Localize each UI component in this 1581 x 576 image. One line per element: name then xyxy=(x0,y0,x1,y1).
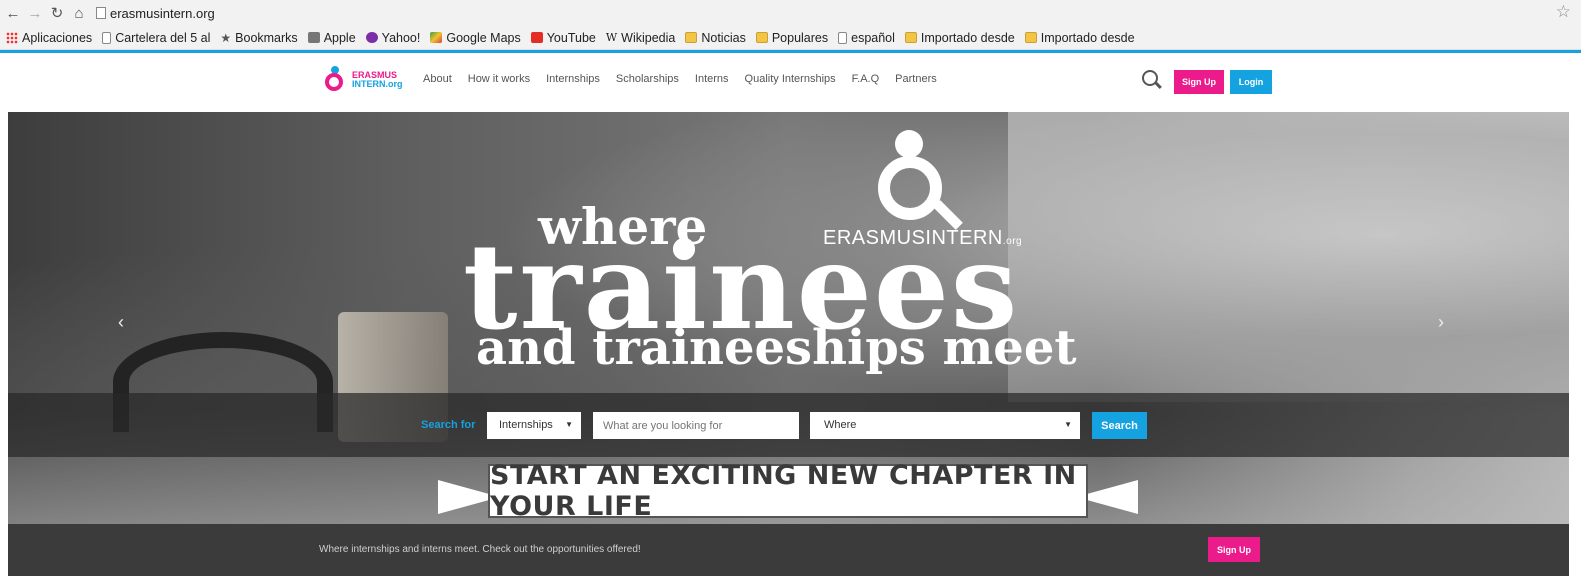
reload-icon[interactable]: ↻ xyxy=(48,4,66,22)
page-icon xyxy=(838,31,848,44)
search-icon[interactable] xyxy=(1142,70,1158,86)
site-logo[interactable]: ERASMUS INTERN.org xyxy=(322,66,403,94)
bookmark-bookmarks[interactable]: ★ Bookmarks xyxy=(220,31,297,45)
login-button[interactable]: Login xyxy=(1230,70,1272,94)
bookmark-populares[interactable]: Populares xyxy=(755,30,829,45)
bookmark-label: Apple xyxy=(323,30,356,45)
logo-line-2: INTERN.org xyxy=(352,79,403,89)
wikipedia-icon: W xyxy=(605,31,618,44)
logo-person-icon xyxy=(322,66,348,94)
hero-slider: ‹ › ERASMUSINTERN.org where trainees and… xyxy=(8,112,1569,524)
main-menu: About How it works Internships Scholarsh… xyxy=(423,73,953,85)
address-bar[interactable]: erasmusintern.org xyxy=(96,6,215,21)
where-select-value: Where xyxy=(824,419,857,431)
bookmark-aplicaciones[interactable]: Aplicaciones xyxy=(6,31,92,45)
bookmark-youtube[interactable]: YouTube xyxy=(530,30,596,45)
home-icon[interactable]: ⌂ xyxy=(70,5,88,22)
banner-text: START AN EXCITING NEW CHAPTER IN YOUR LI… xyxy=(488,460,1088,522)
cta-signup-button[interactable]: Sign Up xyxy=(1208,537,1260,562)
apple-icon xyxy=(307,32,320,43)
bookmark-espanol[interactable]: español xyxy=(838,31,895,45)
menu-item-scholarships[interactable]: Scholarships xyxy=(616,73,679,85)
bookmark-apple[interactable]: Apple xyxy=(307,30,356,45)
cta-text: Where internships and interns meet. Chec… xyxy=(319,544,641,555)
youtube-icon xyxy=(530,32,543,43)
yahoo-icon xyxy=(365,32,378,43)
bookmark-label: Wikipedia xyxy=(621,30,676,45)
where-select[interactable]: Where ▼ xyxy=(810,412,1080,439)
folder-icon xyxy=(904,32,917,43)
maps-icon xyxy=(430,32,443,43)
caret-down-icon: ▼ xyxy=(565,420,573,429)
menu-item-quality-internships[interactable]: Quality Internships xyxy=(745,73,836,85)
bookmark-label: Importado desde xyxy=(920,30,1015,45)
folder-icon xyxy=(755,32,768,43)
site-header: ERASMUS INTERN.org About How it works In… xyxy=(0,53,1581,112)
menu-item-how-it-works[interactable]: How it works xyxy=(468,73,530,85)
keyword-input[interactable] xyxy=(593,412,799,439)
bookmark-label: Aplicaciones xyxy=(22,30,93,45)
bookmark-label: Populares xyxy=(771,30,829,45)
search-form: Search for Internships ▼ Where ▼ Search xyxy=(8,393,1569,457)
apps-grid-icon xyxy=(6,31,18,44)
bookmark-noticias[interactable]: Noticias xyxy=(685,30,746,45)
menu-item-partners[interactable]: Partners xyxy=(895,73,937,85)
chapter-banner: START AN EXCITING NEW CHAPTER IN YOUR LI… xyxy=(438,460,1138,522)
bookmark-cartelera[interactable]: Cartelera del 5 al xyxy=(102,31,210,45)
signup-button[interactable]: Sign Up xyxy=(1174,70,1224,94)
menu-item-interns[interactable]: Interns xyxy=(695,73,729,85)
bookmark-label: Google Maps xyxy=(446,30,521,45)
menu-item-internships[interactable]: Internships xyxy=(546,73,600,85)
bookmark-label: Noticias xyxy=(701,30,746,45)
hero-logo-icon xyxy=(870,130,970,230)
bookmark-star-icon[interactable]: ☆ xyxy=(1556,2,1571,22)
bookmark-wikipedia[interactable]: W Wikipedia xyxy=(606,31,676,45)
bookmark-importado-1[interactable]: Importado desde xyxy=(904,30,1015,45)
bookmark-importado-2[interactable]: Importado desde xyxy=(1024,30,1135,45)
bookmark-label: Cartelera del 5 al xyxy=(115,30,211,45)
search-label: Search for xyxy=(421,419,476,431)
bookmark-label: español xyxy=(851,30,895,45)
bookmark-google-maps[interactable]: Google Maps xyxy=(430,30,521,45)
bookmark-label: Importado desde xyxy=(1040,30,1135,45)
type-select-value: Internships xyxy=(499,419,553,431)
bookmark-yahoo[interactable]: Yahoo! xyxy=(365,30,421,45)
menu-item-about[interactable]: About xyxy=(423,73,452,85)
page-icon xyxy=(102,31,112,44)
slider-next-arrow-icon[interactable]: › xyxy=(1438,312,1444,333)
bookmark-label: Bookmarks xyxy=(235,30,298,45)
hero-title-meet: and traineeships meet xyxy=(476,320,1077,376)
back-arrow-icon[interactable]: ← xyxy=(4,5,22,22)
folder-icon xyxy=(685,32,698,43)
browser-toolbar: ← → ↻ ⌂ erasmusintern.org ☆ xyxy=(0,0,1581,26)
caret-down-icon: ▼ xyxy=(1064,420,1072,429)
url-text[interactable]: erasmusintern.org xyxy=(110,6,215,21)
cta-band: Where internships and interns meet. Chec… xyxy=(8,524,1569,576)
slider-prev-arrow-icon[interactable]: ‹ xyxy=(118,312,124,333)
page-icon xyxy=(96,7,106,19)
bookmark-label: Yahoo! xyxy=(381,30,421,45)
type-select[interactable]: Internships ▼ xyxy=(487,412,581,439)
forward-arrow-icon[interactable]: → xyxy=(26,5,44,22)
star-icon: ★ xyxy=(220,30,232,45)
menu-item-faq[interactable]: F.A.Q xyxy=(852,73,880,85)
bookmark-label: YouTube xyxy=(546,30,596,45)
folder-icon xyxy=(1024,32,1037,43)
bookmarks-bar: Aplicaciones Cartelera del 5 al ★ Bookmar… xyxy=(0,26,1581,50)
search-button[interactable]: Search xyxy=(1092,412,1147,439)
